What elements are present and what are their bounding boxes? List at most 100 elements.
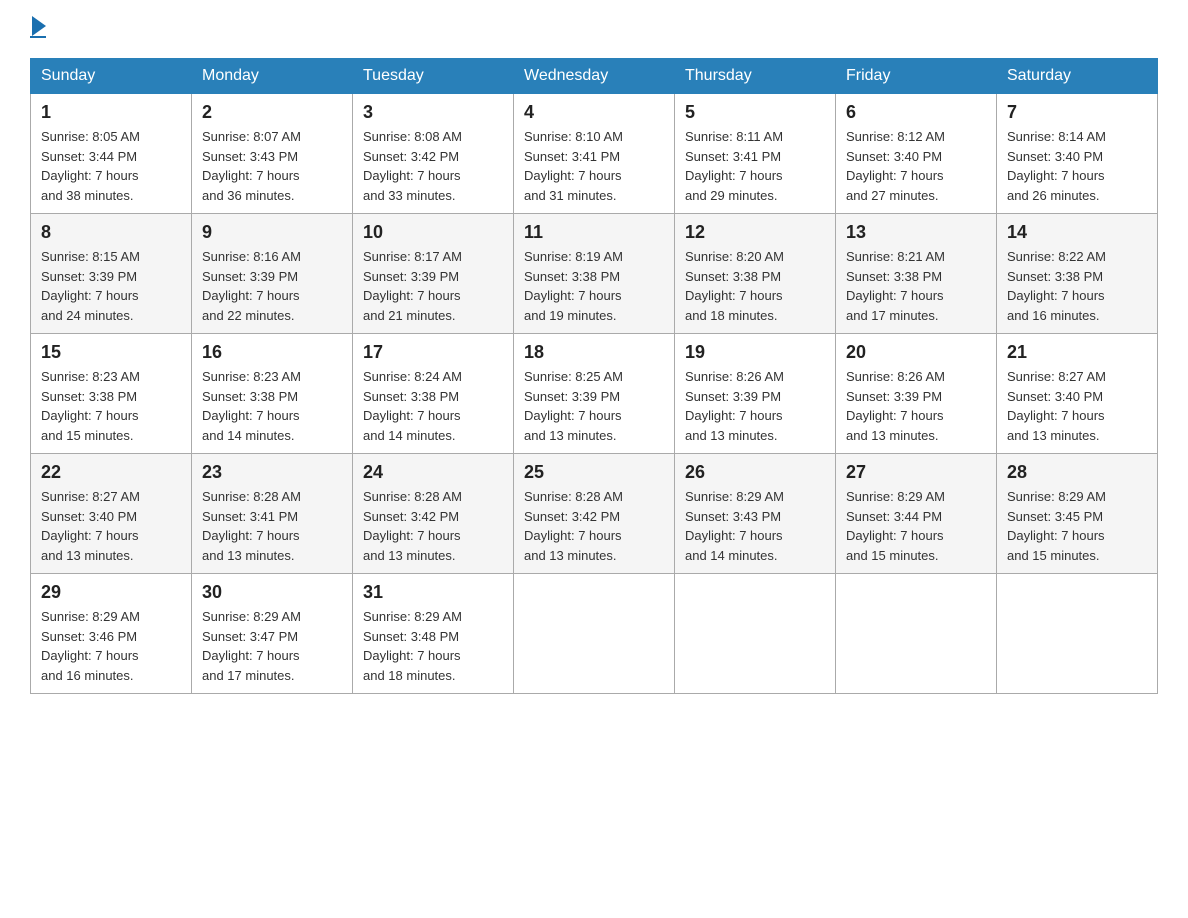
day-number: 3 — [363, 102, 503, 123]
day-info: Sunrise: 8:28 AMSunset: 3:41 PMDaylight:… — [202, 487, 342, 565]
day-number: 25 — [524, 462, 664, 483]
column-header-sunday: Sunday — [31, 59, 192, 94]
calendar-cell: 27Sunrise: 8:29 AMSunset: 3:44 PMDayligh… — [836, 454, 997, 574]
calendar-cell — [675, 574, 836, 694]
day-number: 16 — [202, 342, 342, 363]
day-number: 4 — [524, 102, 664, 123]
day-info: Sunrise: 8:27 AMSunset: 3:40 PMDaylight:… — [41, 487, 181, 565]
day-number: 28 — [1007, 462, 1147, 483]
calendar-cell: 12 Sunrise: 8:20 AMSunset: 3:38 PMDayligh… — [675, 214, 836, 334]
day-number: 13 — [846, 222, 986, 243]
day-info: Sunrise: 8:19 AMSunset: 3:38 PMDaylight:… — [524, 247, 664, 325]
calendar-cell: 26 Sunrise: 8:29 AMSunset: 3:43 PMDayligh… — [675, 454, 836, 574]
day-info: Sunrise: 8:08 AMSunset: 3:42 PMDaylight:… — [363, 127, 503, 205]
calendar-cell: 19 Sunrise: 8:26 AMSunset: 3:39 PMDayligh… — [675, 334, 836, 454]
day-info: Sunrise: 8:27 AMSunset: 3:40 PMDaylight:… — [1007, 367, 1147, 445]
calendar-cell: 15Sunrise: 8:23 AMSunset: 3:38 PMDayligh… — [31, 334, 192, 454]
day-number: 5 — [685, 102, 825, 123]
logo-triangle-icon — [32, 16, 46, 36]
calendar-cell: 16Sunrise: 8:23 AMSunset: 3:38 PMDayligh… — [192, 334, 353, 454]
day-number: 26 — [685, 462, 825, 483]
calendar-cell — [997, 574, 1158, 694]
day-number: 30 — [202, 582, 342, 603]
day-number: 17 — [363, 342, 503, 363]
day-info: Sunrise: 8:29 AMSunset: 3:45 PMDaylight:… — [1007, 487, 1147, 565]
calendar-cell: 4 Sunrise: 8:10 AMSunset: 3:41 PMDaylight… — [514, 94, 675, 214]
calendar-cell: 7 Sunrise: 8:14 AMSunset: 3:40 PMDaylight… — [997, 94, 1158, 214]
column-header-friday: Friday — [836, 59, 997, 94]
calendar-cell: 29 Sunrise: 8:29 AMSunset: 3:46 PMDayligh… — [31, 574, 192, 694]
day-info: Sunrise: 8:29 AMSunset: 3:47 PMDaylight:… — [202, 607, 342, 685]
day-info: Sunrise: 8:29 AMSunset: 3:43 PMDaylight:… — [685, 487, 825, 565]
header — [30, 20, 1158, 38]
day-info: Sunrise: 8:11 AMSunset: 3:41 PMDaylight:… — [685, 127, 825, 205]
calendar-cell — [514, 574, 675, 694]
day-info: Sunrise: 8:16 AMSunset: 3:39 PMDaylight:… — [202, 247, 342, 325]
day-info: Sunrise: 8:12 AMSunset: 3:40 PMDaylight:… — [846, 127, 986, 205]
day-number: 2 — [202, 102, 342, 123]
column-header-wednesday: Wednesday — [514, 59, 675, 94]
calendar-cell: 25 Sunrise: 8:28 AMSunset: 3:42 PMDayligh… — [514, 454, 675, 574]
calendar-cell: 22 Sunrise: 8:27 AMSunset: 3:40 PMDayligh… — [31, 454, 192, 574]
calendar-header-row: SundayMondayTuesdayWednesdayThursdayFrid… — [31, 59, 1158, 94]
calendar-cell: 18 Sunrise: 8:25 AMSunset: 3:39 PMDayligh… — [514, 334, 675, 454]
day-number: 19 — [685, 342, 825, 363]
day-info: Sunrise: 8:10 AMSunset: 3:41 PMDaylight:… — [524, 127, 664, 205]
day-info: Sunrise: 8:05 AMSunset: 3:44 PMDaylight:… — [41, 127, 181, 205]
calendar-week-row: 22 Sunrise: 8:27 AMSunset: 3:40 PMDayligh… — [31, 454, 1158, 574]
day-number: 12 — [685, 222, 825, 243]
logo — [30, 20, 46, 38]
day-info: Sunrise: 8:28 AMSunset: 3:42 PMDaylight:… — [524, 487, 664, 565]
calendar-cell: 17Sunrise: 8:24 AMSunset: 3:38 PMDayligh… — [353, 334, 514, 454]
day-info: Sunrise: 8:07 AMSunset: 3:43 PMDaylight:… — [202, 127, 342, 205]
calendar-cell: 3 Sunrise: 8:08 AMSunset: 3:42 PMDaylight… — [353, 94, 514, 214]
day-info: Sunrise: 8:22 AMSunset: 3:38 PMDaylight:… — [1007, 247, 1147, 325]
day-number: 7 — [1007, 102, 1147, 123]
calendar-cell: 21 Sunrise: 8:27 AMSunset: 3:40 PMDayligh… — [997, 334, 1158, 454]
calendar-cell: 5 Sunrise: 8:11 AMSunset: 3:41 PMDaylight… — [675, 94, 836, 214]
day-number: 24 — [363, 462, 503, 483]
column-header-thursday: Thursday — [675, 59, 836, 94]
day-info: Sunrise: 8:29 AMSunset: 3:48 PMDaylight:… — [363, 607, 503, 685]
day-info: Sunrise: 8:26 AMSunset: 3:39 PMDaylight:… — [685, 367, 825, 445]
calendar-cell: 31 Sunrise: 8:29 AMSunset: 3:48 PMDayligh… — [353, 574, 514, 694]
day-info: Sunrise: 8:20 AMSunset: 3:38 PMDaylight:… — [685, 247, 825, 325]
calendar-week-row: 15Sunrise: 8:23 AMSunset: 3:38 PMDayligh… — [31, 334, 1158, 454]
column-header-monday: Monday — [192, 59, 353, 94]
day-info: Sunrise: 8:25 AMSunset: 3:39 PMDaylight:… — [524, 367, 664, 445]
calendar-cell: 13 Sunrise: 8:21 AMSunset: 3:38 PMDayligh… — [836, 214, 997, 334]
day-number: 31 — [363, 582, 503, 603]
calendar-cell: 9 Sunrise: 8:16 AMSunset: 3:39 PMDaylight… — [192, 214, 353, 334]
day-number: 18 — [524, 342, 664, 363]
day-info: Sunrise: 8:21 AMSunset: 3:38 PMDaylight:… — [846, 247, 986, 325]
column-header-tuesday: Tuesday — [353, 59, 514, 94]
calendar-cell: 14 Sunrise: 8:22 AMSunset: 3:38 PMDayligh… — [997, 214, 1158, 334]
day-number: 20 — [846, 342, 986, 363]
calendar-cell: 24 Sunrise: 8:28 AMSunset: 3:42 PMDayligh… — [353, 454, 514, 574]
day-number: 21 — [1007, 342, 1147, 363]
calendar-cell: 10 Sunrise: 8:17 AMSunset: 3:39 PMDayligh… — [353, 214, 514, 334]
calendar-cell: 30 Sunrise: 8:29 AMSunset: 3:47 PMDayligh… — [192, 574, 353, 694]
calendar-cell: 6Sunrise: 8:12 AMSunset: 3:40 PMDaylight… — [836, 94, 997, 214]
day-number: 14 — [1007, 222, 1147, 243]
calendar-cell: 20 Sunrise: 8:26 AMSunset: 3:39 PMDayligh… — [836, 334, 997, 454]
day-number: 15 — [41, 342, 181, 363]
day-info: Sunrise: 8:29 AMSunset: 3:46 PMDaylight:… — [41, 607, 181, 685]
day-number: 10 — [363, 222, 503, 243]
day-number: 9 — [202, 222, 342, 243]
calendar-week-row: 8Sunrise: 8:15 AMSunset: 3:39 PMDaylight… — [31, 214, 1158, 334]
day-info: Sunrise: 8:17 AMSunset: 3:39 PMDaylight:… — [363, 247, 503, 325]
day-info: Sunrise: 8:14 AMSunset: 3:40 PMDaylight:… — [1007, 127, 1147, 205]
day-info: Sunrise: 8:26 AMSunset: 3:39 PMDaylight:… — [846, 367, 986, 445]
day-number: 29 — [41, 582, 181, 603]
calendar-table: SundayMondayTuesdayWednesdayThursdayFrid… — [30, 58, 1158, 694]
day-number: 11 — [524, 222, 664, 243]
day-number: 22 — [41, 462, 181, 483]
calendar-cell: 23Sunrise: 8:28 AMSunset: 3:41 PMDayligh… — [192, 454, 353, 574]
day-info: Sunrise: 8:28 AMSunset: 3:42 PMDaylight:… — [363, 487, 503, 565]
logo-underline — [30, 36, 46, 38]
day-info: Sunrise: 8:29 AMSunset: 3:44 PMDaylight:… — [846, 487, 986, 565]
calendar-cell: 28 Sunrise: 8:29 AMSunset: 3:45 PMDayligh… — [997, 454, 1158, 574]
calendar-cell: 11 Sunrise: 8:19 AMSunset: 3:38 PMDayligh… — [514, 214, 675, 334]
day-info: Sunrise: 8:15 AMSunset: 3:39 PMDaylight:… — [41, 247, 181, 325]
